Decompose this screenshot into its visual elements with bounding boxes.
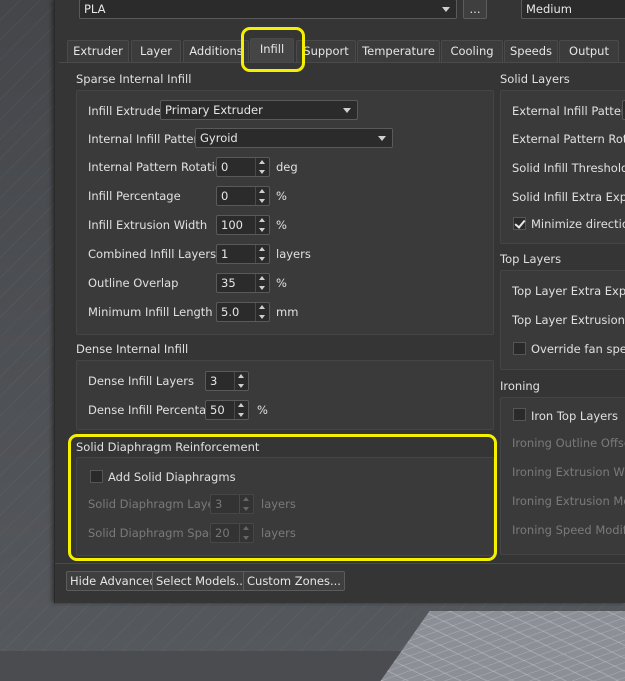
ironing-outline-offset-label: Ironing Outline Offset	[512, 436, 625, 450]
dense-percentage-value: 50	[210, 403, 225, 417]
top-layers-title: Top Layers	[500, 252, 562, 266]
pattern-rotation-value: 0	[221, 160, 229, 174]
custom-zones-button[interactable]: Custom Zones...	[243, 571, 345, 591]
extrusion-width-unit: %	[276, 218, 287, 232]
outline-overlap-unit: %	[276, 276, 287, 290]
tab-layer[interactable]: Layer	[131, 40, 181, 62]
outline-overlap-value: 35	[221, 276, 236, 290]
tab-additions[interactable]: Additions	[183, 40, 249, 62]
spin-arrows-icon[interactable]	[234, 401, 248, 419]
minimize-direction-checkbox[interactable]	[513, 217, 526, 230]
solid-layers-title: Solid Layers	[500, 72, 570, 86]
tab-cooling[interactable]: Cooling	[441, 40, 503, 62]
infill-tab-highlight	[241, 27, 305, 72]
dense-layers-value: 3	[210, 374, 218, 388]
tab-support[interactable]: Support	[296, 40, 356, 62]
hide-advanced-button[interactable]: Hide Advanced	[66, 571, 161, 591]
external-rotation-label: External Pattern Rotatio	[512, 132, 625, 146]
top-extra-expansion-label: Top Layer Extra Expans	[512, 284, 625, 298]
select-models-button[interactable]: Select Models...	[152, 571, 251, 591]
infill-extruder-value: Primary Extruder	[165, 103, 263, 117]
ironing-extrusion-modifier-label: Ironing Extrusion Modif	[512, 494, 625, 508]
infill-extruder-combo[interactable]: Primary Extruder	[160, 100, 358, 120]
outline-overlap-spinbox[interactable]: 35	[216, 273, 270, 293]
tab-extruder[interactable]: Extruder	[67, 40, 129, 62]
pattern-rotation-unit: deg	[276, 160, 298, 174]
dense-percentage-label: Dense Infill Percentage	[88, 403, 221, 417]
min-infill-length-value: 5.0	[221, 305, 240, 319]
pattern-rotation-spinbox[interactable]: 0	[216, 157, 270, 177]
dense-infill-group	[76, 360, 494, 430]
iron-top-label: Iron Top Layers	[531, 409, 618, 423]
ironing-speed-modifier-label: Ironing Speed Modifier	[512, 523, 625, 537]
spin-arrows-icon[interactable]	[255, 216, 269, 234]
dense-percentage-spinbox[interactable]: 50	[205, 400, 249, 420]
chevron-down-icon	[442, 7, 450, 12]
spin-arrows-icon[interactable]	[255, 245, 269, 263]
iron-top-checkbox[interactable]	[513, 408, 526, 421]
dense-layers-spinbox[interactable]: 3	[205, 371, 249, 391]
min-infill-length-label: Minimum Infill Length	[88, 305, 213, 319]
browse-button[interactable]: ...	[463, 0, 487, 19]
diaphragm-highlight	[68, 434, 497, 561]
internal-pattern-value: Gyroid	[200, 131, 238, 145]
infill-percentage-unit: %	[276, 189, 287, 203]
infill-percentage-spinbox[interactable]: 0	[216, 186, 270, 206]
solid-extra-expansion-label: Solid Infill Extra Expansi	[512, 190, 625, 204]
internal-pattern-label: Internal Infill Pattern	[88, 132, 206, 146]
minimize-direction-label: Minimize direction ch	[531, 217, 625, 231]
external-pattern-label: External Infill Pattern	[512, 104, 625, 118]
sparse-infill-group	[76, 90, 494, 335]
material-value: PLA	[84, 2, 106, 16]
quality-value: Medium	[526, 2, 572, 16]
tab-output[interactable]: Output	[559, 40, 619, 62]
combined-layers-spinbox[interactable]: 1	[216, 244, 270, 264]
dense-infill-title: Dense Internal Infill	[76, 342, 189, 356]
extrusion-width-label: Infill Extrusion Width	[88, 218, 208, 232]
infill-percentage-value: 0	[221, 189, 229, 203]
sparse-infill-title: Sparse Internal Infill	[76, 72, 192, 86]
footer-divider	[55, 563, 625, 564]
infill-percentage-label: Infill Percentage	[88, 189, 181, 203]
extrusion-width-value: 100	[221, 218, 243, 232]
override-fan-checkbox[interactable]	[513, 342, 526, 355]
quality-combo[interactable]: Medium	[521, 0, 625, 19]
spin-arrows-icon[interactable]	[255, 303, 269, 321]
spin-arrows-icon[interactable]	[234, 372, 248, 390]
dense-layers-label: Dense Infill Layers	[88, 374, 194, 388]
dense-percentage-unit: %	[257, 403, 268, 417]
ironing-title: Ironing	[500, 379, 540, 393]
min-infill-length-spinbox[interactable]: 5.0	[216, 302, 270, 322]
extrusion-width-spinbox[interactable]: 100	[216, 215, 270, 235]
material-combo[interactable]: PLA	[79, 0, 457, 19]
combined-layers-unit: layers	[276, 247, 311, 261]
internal-pattern-combo[interactable]: Gyroid	[195, 128, 393, 148]
spin-arrows-icon[interactable]	[255, 158, 269, 176]
tab-bar-divider	[59, 62, 625, 63]
solid-threshold-label: Solid Infill Threshold Are	[512, 161, 625, 175]
spin-arrows-icon[interactable]	[255, 274, 269, 292]
min-infill-length-unit: mm	[276, 305, 299, 319]
combined-layers-value: 1	[221, 247, 229, 261]
spin-arrows-icon[interactable]	[255, 187, 269, 205]
outline-overlap-label: Outline Overlap	[88, 276, 179, 290]
override-fan-label: Override fan speed	[531, 342, 625, 356]
chevron-down-icon	[343, 108, 351, 113]
ironing-extrusion-width-label: Ironing Extrusion Width	[512, 465, 625, 479]
infill-extruder-label: Infill Extruder	[88, 104, 166, 118]
combined-layers-label: Combined Infill Layers	[88, 247, 217, 261]
top-extrusion-mode-label: Top Layer Extrusion Mo	[512, 313, 625, 327]
tab-temperature[interactable]: Temperature	[357, 40, 440, 62]
chevron-down-icon	[378, 136, 386, 141]
pattern-rotation-label: Internal Pattern Rotation	[88, 160, 230, 174]
tab-speeds[interactable]: Speeds	[504, 40, 558, 62]
